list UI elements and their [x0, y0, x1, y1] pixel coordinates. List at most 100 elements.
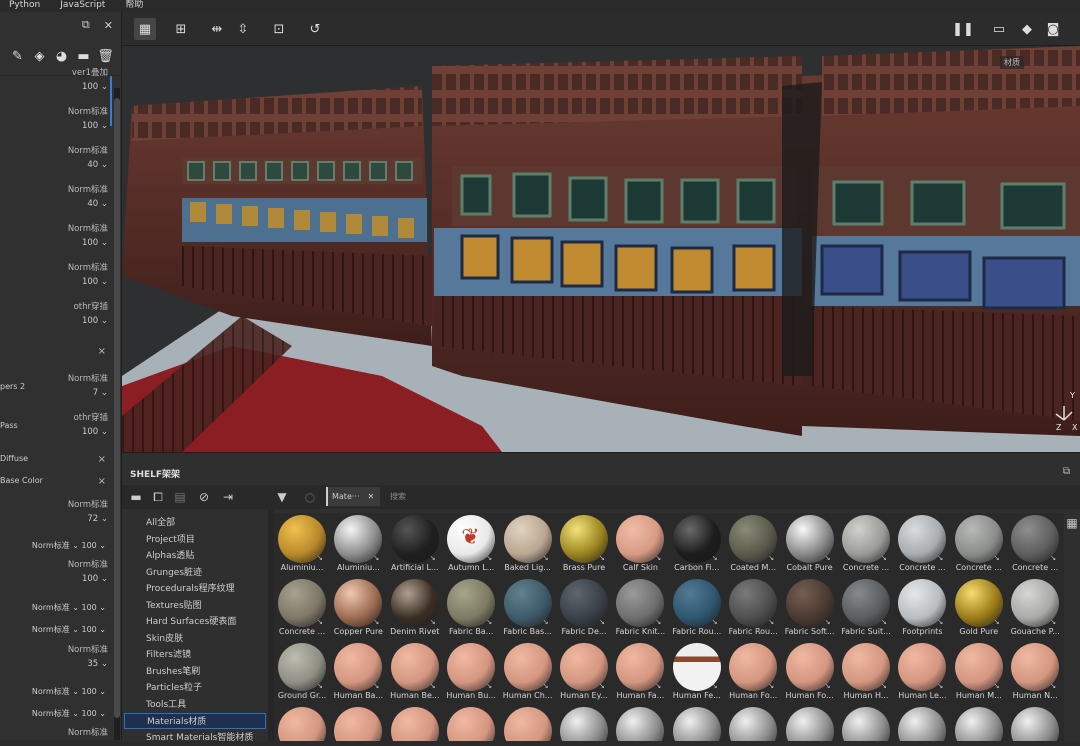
paint-brush-icon[interactable]: ✎	[10, 49, 25, 64]
material-tile[interactable]: ↘ Aluminiu...	[330, 513, 386, 575]
layers-scrollbar[interactable]	[114, 88, 120, 740]
display-mode-icon[interactable]: ▭	[988, 18, 1010, 40]
category-item[interactable]: Procedurals程序纹理	[124, 581, 266, 597]
folder-icon[interactable]: ▬	[128, 489, 144, 505]
material-tile[interactable]: ↘ Calf Skin	[612, 513, 668, 575]
material-tile[interactable]: ↘ Gold Pure	[951, 577, 1007, 639]
material-tile[interactable]: ↘ Fabric Rou...	[725, 577, 781, 639]
material-tile[interactable]: ↘ Concrete ...	[274, 577, 330, 639]
layer-opacity[interactable]: 100 ⌄	[82, 121, 108, 131]
material-tile[interactable]: ↘ Carbon Fi...	[669, 513, 725, 575]
layer-opacity[interactable]: 100 ⌄	[82, 574, 108, 584]
menu-python[interactable]: Python	[9, 0, 40, 12]
layer-row[interactable]: Pass othr穿插 100 ⌄	[0, 409, 112, 445]
layer-row[interactable]: Norm标准 100 ⌄	[0, 103, 112, 139]
material-tile[interactable]: ↘	[612, 705, 668, 741]
material-tile[interactable]: ↘ Human H...	[838, 641, 894, 703]
symmetry-x-icon[interactable]: ⇹	[206, 18, 228, 40]
material-tile[interactable]: ↘	[274, 705, 330, 741]
category-item[interactable]: Filters滤镜	[124, 647, 266, 663]
layer-opacity[interactable]: 100 ⌄	[82, 82, 108, 92]
blend-mode[interactable]: Norm标准	[68, 643, 108, 655]
material-tile[interactable]: ↘ Human N...	[1007, 641, 1063, 703]
material-tile[interactable]: ↘ Coated M...	[725, 513, 781, 575]
material-tile[interactable]: ↘ Human Bu...	[443, 641, 499, 703]
palette-icon[interactable]: ◕	[54, 49, 69, 64]
material-tile[interactable]: ↘ Human Fo...	[782, 641, 838, 703]
blend-mode[interactable]: Norm标准	[68, 372, 108, 384]
material-tile[interactable]: ↘ Ground Gr...	[274, 641, 330, 703]
layer-opacity[interactable]: 100 ⌄	[82, 427, 108, 437]
material-tile[interactable]: ↘ Fabric Rou...	[669, 577, 725, 639]
material-tile[interactable]: ↘ Human Fo...	[725, 641, 781, 703]
material-tile[interactable]: ↘ Baked Lig...	[500, 513, 556, 575]
layer-row[interactable]: ver1叠加 100 ⌄	[0, 64, 112, 100]
material-tile[interactable]: ↘ Fabric Bas...	[500, 577, 556, 639]
menu-javascript[interactable]: JavaScript	[60, 0, 105, 12]
layer-opacity[interactable]: 40 ⌄	[87, 160, 108, 170]
close-icon[interactable]: ✕	[368, 492, 375, 501]
material-tile[interactable]: ↘ Copper Pure	[330, 577, 386, 639]
pause-icon[interactable]: ❚❚	[952, 18, 974, 40]
filter-icon[interactable]: ▼	[274, 489, 290, 505]
material-tile[interactable]: ↘	[894, 705, 950, 741]
scrollbar-thumb[interactable]	[114, 98, 120, 718]
layer-row[interactable]: Norm标准 35 ⌄	[0, 641, 112, 677]
blend-mode[interactable]: Norm标准	[68, 183, 108, 195]
grid-size-icon[interactable]: ▦	[1064, 515, 1080, 531]
grid-view-icon[interactable]: ▦	[134, 18, 156, 40]
material-tile[interactable]: ↘	[500, 705, 556, 741]
camera-icon[interactable]: ◙	[1042, 18, 1064, 40]
material-tile[interactable]: ↘ Cobalt Pure	[782, 513, 838, 575]
material-tile[interactable]: ↘ Human Fa...	[612, 641, 668, 703]
material-tile[interactable]: ↘	[1007, 705, 1063, 741]
dock-icon[interactable]: ⧉	[82, 18, 90, 32]
add-frame-icon[interactable]: ⊡	[268, 18, 290, 40]
category-item[interactable]: Project项目	[124, 532, 266, 548]
material-tile[interactable]: ↘	[669, 705, 725, 741]
category-item[interactable]: All全部	[124, 515, 266, 531]
material-tile[interactable]: ↘	[387, 705, 443, 741]
category-item[interactable]: Grunges脏迹	[124, 565, 266, 581]
material-tile[interactable]: ↘ Artificial L...	[387, 513, 443, 575]
blend-mode[interactable]: othr穿插	[74, 300, 108, 312]
material-tile[interactable]: ↘ Concrete ...	[951, 513, 1007, 575]
blend-mode[interactable]: ver1叠加	[72, 66, 108, 78]
layer-row[interactable]: othr穿插 100 ⌄	[0, 298, 112, 334]
layer-row[interactable]: Norm标准	[0, 724, 112, 740]
close-icon[interactable]: ✕	[104, 19, 113, 32]
folder-icon[interactable]: ▬	[76, 49, 91, 64]
blend-mode[interactable]: Norm标准	[68, 144, 108, 156]
trash-icon[interactable]: 🗑	[97, 49, 114, 64]
grid-settings-icon[interactable]: ⊞	[170, 18, 192, 40]
material-tile[interactable]: ↘ Fabric Knit...	[612, 577, 668, 639]
close-icon[interactable]: ×	[98, 454, 106, 465]
layer-row[interactable]: Norm标准 100 ⌄	[0, 220, 112, 256]
blend-mode[interactable]: Norm标准	[68, 222, 108, 234]
blend-mode[interactable]: Norm标准	[68, 726, 108, 738]
material-tile[interactable]: ↘	[556, 705, 612, 741]
blend-mode[interactable]: Norm标准	[68, 261, 108, 273]
material-tile[interactable]: ❦ ↘ Autumn L...	[443, 513, 499, 575]
material-tile[interactable]: ↘ Gouache P...	[1007, 577, 1063, 639]
close-icon[interactable]: ×	[98, 346, 106, 357]
material-tile[interactable]: ↘	[951, 705, 1007, 741]
layer-row[interactable]: pers 2 Norm标准 7 ⌄	[0, 370, 112, 406]
layer-opacity[interactable]: 72 ⌄	[87, 514, 108, 524]
material-tile[interactable]: ↘ Fabric Suit...	[838, 577, 894, 639]
layer-row[interactable]: Norm标准 100 ⌄	[0, 556, 112, 592]
material-tile[interactable]: ↘	[443, 705, 499, 741]
material-tile[interactable]: ↘ Fabric De...	[556, 577, 612, 639]
close-icon[interactable]: ×	[98, 476, 106, 487]
layer-row[interactable]: Norm标准 72 ⌄	[0, 496, 112, 532]
new-folder-icon[interactable]: ⧠	[150, 489, 166, 505]
category-item[interactable]: Skin皮肤	[124, 631, 266, 647]
layer-row[interactable]: Norm标准 40 ⌄	[0, 181, 112, 217]
history-icon[interactable]: ↺	[304, 18, 326, 40]
material-tile[interactable]: ↘ Human Ch...	[500, 641, 556, 703]
material-tile[interactable]: ↘ Human Le...	[894, 641, 950, 703]
material-tile[interactable]: ↘ Brass Pure	[556, 513, 612, 575]
material-tile[interactable]: ↘ Human Be...	[387, 641, 443, 703]
material-tile[interactable]: ↘ Human Ba...	[330, 641, 386, 703]
material-tile[interactable]: ↘ Human M...	[951, 641, 1007, 703]
